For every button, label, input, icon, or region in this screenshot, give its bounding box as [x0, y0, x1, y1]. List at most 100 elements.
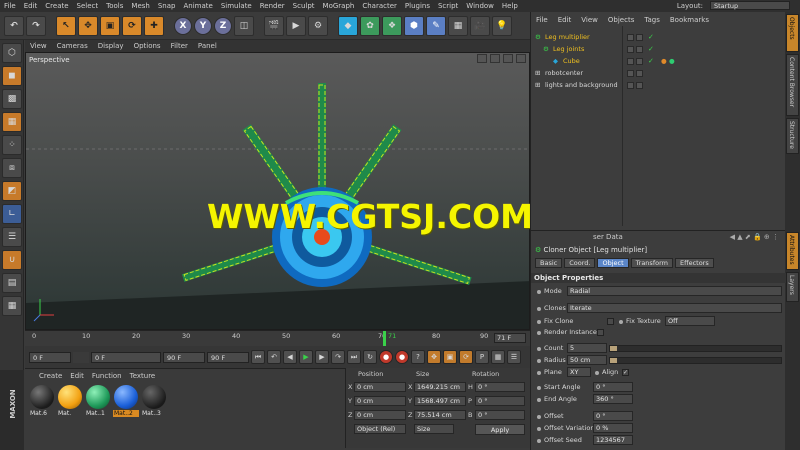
anim-dot-icon[interactable]	[537, 331, 541, 335]
offset-variation-field[interactable]: 0 %	[593, 423, 633, 433]
fix-clone-checkbox[interactable]	[607, 318, 614, 325]
menu-file[interactable]: File	[0, 2, 20, 10]
material-swatch-selected[interactable]: Mat..2	[113, 384, 139, 420]
anim-dot-icon[interactable]	[619, 320, 623, 324]
om-menu-edit[interactable]: Edit	[553, 16, 577, 24]
scale-tool-icon[interactable]: ▣	[100, 15, 120, 36]
vp-menu-options[interactable]: Options	[129, 42, 166, 50]
mat-menu-function[interactable]: Function	[92, 372, 122, 380]
preview-min-field[interactable]: 0 F	[91, 351, 161, 363]
undo-icon[interactable]: ↶	[4, 15, 24, 36]
object-row-leg-joints[interactable]: ⚙ Leg joints ✓	[535, 44, 783, 55]
vp-menu-panel[interactable]: Panel	[193, 42, 222, 50]
cube-icon[interactable]: ◆	[338, 15, 358, 36]
planar-workplane-icon[interactable]: ▦	[2, 296, 22, 316]
size-x-field[interactable]: 1649.215 cm	[414, 382, 466, 392]
coord-size-mode-select[interactable]: Size	[414, 424, 454, 434]
menu-sculpt[interactable]: Sculpt	[289, 2, 319, 10]
object-row-robotcenter[interactable]: ⊞ robotcenter	[535, 68, 783, 79]
visibility-flags[interactable]	[627, 70, 643, 77]
vp-menu-view[interactable]: View	[25, 42, 52, 50]
apply-button[interactable]: Apply	[475, 424, 525, 435]
visibility-flags[interactable]	[627, 46, 643, 53]
align-checkbox[interactable]: ✓	[622, 369, 629, 376]
menu-window[interactable]: Window	[462, 2, 498, 10]
clones-select[interactable]: Iterate	[567, 303, 782, 313]
anim-dot-icon[interactable]	[537, 307, 541, 311]
menu-character[interactable]: Character	[358, 2, 401, 10]
end-angle-field[interactable]: 360 °	[593, 394, 633, 404]
z-axis-lock-button[interactable]: Z	[214, 16, 232, 35]
anim-dot-icon[interactable]	[537, 290, 541, 294]
attr-tab-basic[interactable]: Basic	[535, 258, 563, 268]
attr-nav-icons[interactable]: ◀ ▲ ⬈ 🔒 ⊕ ⋮	[730, 233, 779, 241]
render-view-icon[interactable]: 🎬	[264, 15, 284, 36]
go-to-end-icon[interactable]: ⏭	[347, 350, 361, 364]
menu-render[interactable]: Render	[256, 2, 289, 10]
rotation-b-field[interactable]: 0 °	[475, 410, 525, 420]
coord-mode-select[interactable]: Object (Rel)	[354, 424, 406, 434]
visibility-flags[interactable]	[627, 34, 643, 41]
deformer-icon[interactable]: ⬢	[404, 15, 424, 36]
visibility-flags[interactable]	[627, 82, 643, 89]
y-axis-lock-button[interactable]: Y	[194, 16, 212, 35]
attr-tab-effectors[interactable]: Effectors	[674, 258, 714, 268]
render-picture-viewer-icon[interactable]: ▶	[286, 15, 306, 36]
start-angle-field[interactable]: 0 °	[593, 382, 633, 392]
count-slider[interactable]	[609, 345, 782, 352]
render-settings-icon[interactable]: ⚙	[308, 15, 328, 36]
key-position-icon[interactable]: ✥	[427, 350, 441, 364]
position-z-field[interactable]: 0 cm	[354, 410, 406, 420]
material-swatch[interactable]: Mat..1	[85, 384, 111, 420]
rotation-h-field[interactable]: 0 °	[475, 382, 525, 392]
mat-menu-create[interactable]: Create	[39, 372, 62, 380]
tweak-mode-icon[interactable]: ☰	[2, 227, 22, 247]
texture-tag-icon[interactable]: ●	[661, 56, 667, 67]
menu-simulate[interactable]: Simulate	[217, 2, 256, 10]
menu-plugins[interactable]: Plugins	[401, 2, 434, 10]
tab-attributes[interactable]: Attributes	[786, 232, 799, 270]
position-y-field[interactable]: 0 cm	[354, 396, 406, 406]
anim-dot-icon[interactable]	[537, 427, 541, 431]
camera-icon[interactable]: 🎥	[470, 15, 490, 36]
timeline-playhead[interactable]	[383, 331, 386, 346]
size-y-field[interactable]: 1568.497 cm	[414, 396, 466, 406]
rotation-p-field[interactable]: 0 °	[475, 396, 525, 406]
object-row-lights-background[interactable]: ⊞ lights and background	[535, 80, 783, 91]
render-instances-checkbox[interactable]	[597, 329, 604, 336]
keyframe-selection-icon[interactable]: ?	[411, 350, 425, 364]
cloner-icon[interactable]: ❖	[382, 15, 402, 36]
visibility-flags[interactable]	[627, 58, 643, 65]
play-icon[interactable]: ▶	[299, 350, 313, 364]
loop-icon[interactable]: ↻	[363, 350, 377, 364]
om-menu-file[interactable]: File	[531, 16, 553, 24]
viewport-perspective[interactable]: Perspective	[25, 52, 530, 330]
vp-menu-filter[interactable]: Filter	[166, 42, 193, 50]
texture-mode-icon[interactable]: ▩	[2, 89, 22, 109]
mode-select[interactable]: Radial	[567, 286, 782, 296]
coordinate-system-icon[interactable]: ◫	[234, 15, 254, 36]
edges-mode-icon[interactable]: ⧈	[2, 158, 22, 178]
om-menu-view[interactable]: View	[576, 16, 603, 24]
timeline-icon[interactable]: ☰	[507, 350, 521, 364]
scene-floor-icon[interactable]: ▦	[448, 15, 468, 36]
material-tag-icon[interactable]: ●	[669, 56, 675, 67]
anim-dot-icon[interactable]	[537, 398, 541, 402]
vp-menu-cameras[interactable]: Cameras	[52, 42, 93, 50]
om-menu-tags[interactable]: Tags	[639, 16, 665, 24]
prev-frame-icon[interactable]: ◀	[283, 350, 297, 364]
plane-select[interactable]: XY	[567, 367, 591, 377]
next-key-icon[interactable]: ↷	[331, 350, 345, 364]
current-frame-field[interactable]: 71 F	[494, 333, 526, 343]
prev-key-icon[interactable]: ↶	[267, 350, 281, 364]
anim-dot-icon[interactable]	[537, 371, 541, 375]
anim-dot-icon[interactable]	[537, 359, 541, 363]
end-frame-field[interactable]: 90 F	[207, 351, 249, 363]
axis-mode-icon[interactable]: ∟	[2, 204, 22, 224]
offset-field[interactable]: 0 °	[593, 411, 633, 421]
menu-edit[interactable]: Edit	[20, 2, 42, 10]
start-frame-field[interactable]: 0 F	[29, 351, 71, 363]
lock-workplane-icon[interactable]: ▤	[2, 273, 22, 293]
anim-dot-icon[interactable]	[537, 386, 541, 390]
menu-create[interactable]: Create	[41, 2, 72, 10]
